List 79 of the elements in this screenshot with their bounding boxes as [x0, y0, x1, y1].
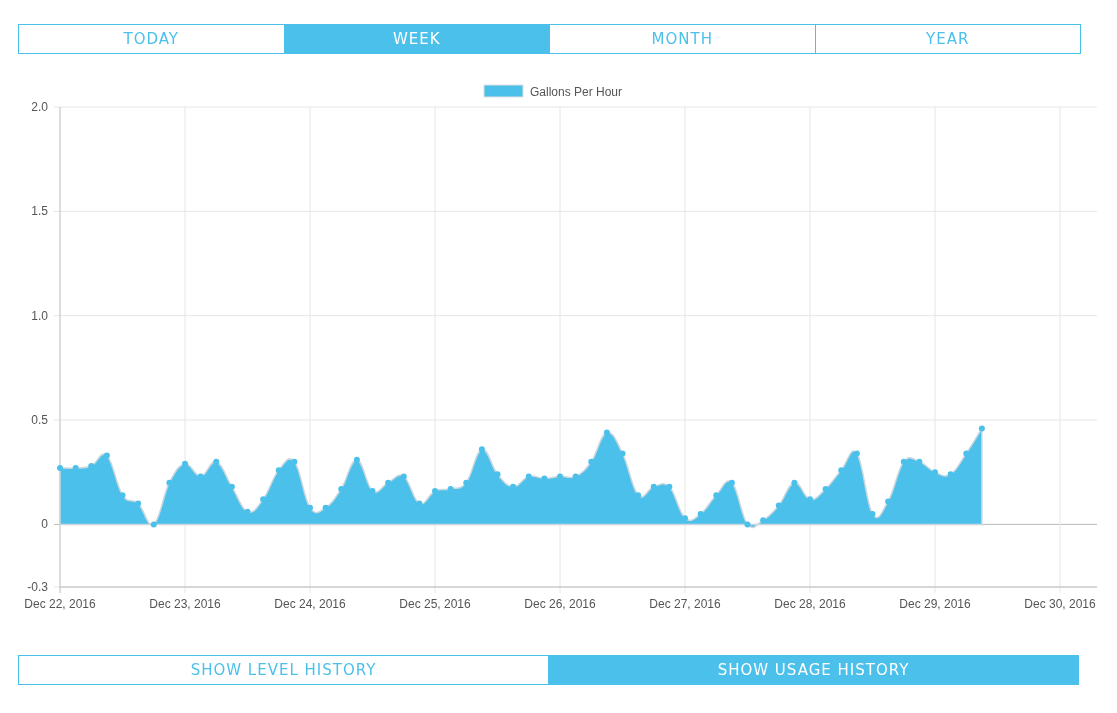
data-point — [588, 458, 595, 465]
legend-swatch — [483, 84, 524, 98]
x-axis-label: Dec 30, 2016 — [1024, 597, 1096, 611]
data-point — [88, 462, 95, 469]
data-point — [197, 473, 204, 480]
data-point — [791, 479, 798, 486]
data-point — [697, 510, 704, 517]
data-point — [650, 483, 657, 490]
data-point — [463, 479, 470, 486]
data-point — [572, 473, 579, 480]
data-point — [885, 498, 892, 505]
data-point — [619, 450, 626, 457]
data-point — [822, 485, 829, 492]
data-point — [150, 521, 157, 528]
data-point — [275, 467, 282, 474]
data-point — [838, 467, 845, 474]
data-point — [557, 473, 563, 480]
y-axis-label: 0 — [41, 517, 48, 532]
data-point — [416, 500, 423, 507]
data-point — [541, 475, 548, 482]
data-point — [478, 446, 485, 453]
data-point — [853, 450, 860, 457]
data-point — [103, 452, 110, 459]
data-point — [494, 471, 501, 478]
data-point — [353, 456, 360, 463]
data-point — [603, 429, 610, 436]
y-axis-label: -0.3 — [27, 580, 48, 594]
data-point — [510, 483, 517, 490]
data-point — [182, 460, 188, 467]
data-point — [978, 425, 985, 432]
y-axis-label: 1.5 — [31, 204, 48, 219]
x-axis-label: Dec 26, 2016 — [524, 597, 596, 611]
data-point — [775, 502, 782, 509]
data-point — [291, 458, 298, 465]
x-axis-label: Dec 28, 2016 — [774, 597, 846, 611]
data-point — [916, 458, 923, 465]
history-button[interactable]: SHOW USAGE HISTORY — [548, 656, 1078, 684]
x-axis-label: Dec 22, 2016 — [24, 597, 96, 611]
data-point — [963, 450, 970, 457]
data-point — [400, 473, 407, 480]
data-point — [135, 500, 142, 507]
data-point — [947, 471, 954, 478]
data-point — [682, 515, 688, 522]
data-point — [119, 492, 126, 499]
data-point — [728, 479, 735, 486]
x-axis-label: Dec 24, 2016 — [274, 597, 346, 611]
data-point — [369, 488, 376, 494]
data-point — [213, 458, 220, 465]
x-axis-label: Dec 29, 2016 — [899, 597, 971, 611]
data-point — [307, 504, 313, 511]
data-point — [900, 458, 907, 465]
data-point — [525, 473, 532, 480]
y-axis-label: 0.5 — [31, 413, 48, 428]
data-point — [322, 504, 329, 511]
data-point — [635, 492, 642, 499]
x-axis-label: Dec 27, 2016 — [649, 597, 721, 611]
data-point — [760, 517, 767, 524]
y-axis-label: 1.0 — [31, 308, 48, 323]
legend-label: Gallons Per Hour — [530, 85, 623, 99]
data-point — [385, 479, 392, 486]
y-axis-label: 2.0 — [31, 100, 48, 114]
data-point — [72, 465, 79, 472]
data-point — [807, 496, 813, 503]
period-tab[interactable]: WEEK — [283, 25, 549, 53]
data-point — [338, 485, 345, 492]
data-point — [713, 492, 720, 499]
data-point — [57, 465, 63, 472]
data-point — [260, 496, 267, 503]
x-axis-label: Dec 23, 2016 — [149, 597, 221, 611]
data-point — [228, 483, 235, 490]
data-point — [432, 488, 438, 494]
data-point — [447, 485, 454, 492]
data-point — [869, 510, 876, 517]
data-point — [932, 469, 938, 476]
data-point — [166, 479, 173, 486]
data-point — [666, 483, 673, 490]
data-point — [744, 521, 751, 528]
x-axis-label: Dec 25, 2016 — [399, 597, 471, 611]
data-point — [244, 508, 251, 515]
